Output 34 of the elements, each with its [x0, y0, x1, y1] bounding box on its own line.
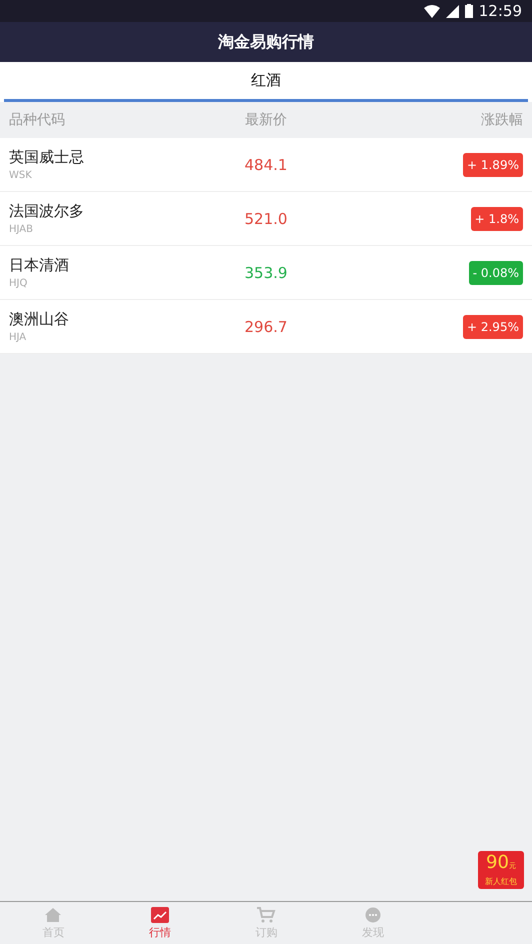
change-percent: + 1.8%: [470, 206, 523, 230]
product-name: 英国威士忌: [9, 148, 85, 167]
latest-price: 484.1: [244, 156, 288, 174]
chart-icon: [150, 906, 169, 922]
nav-tab[interactable]: 行情: [106, 902, 213, 944]
latest-price: 353.9: [244, 264, 288, 282]
promo-caption: 新人红包: [485, 876, 517, 887]
quote-row[interactable]: 澳洲山谷 HJA 296.7 + 2.95%: [0, 300, 532, 354]
change-percent: - 0.08%: [468, 260, 523, 284]
column-header: 最新价: [244, 111, 288, 129]
product-name: 澳洲山谷: [9, 310, 70, 329]
battery-icon: [464, 4, 473, 18]
quote-row[interactable]: 日本清酒 HJQ 353.9 - 0.08%: [0, 246, 532, 300]
latest-price: 521.0: [244, 210, 288, 228]
product-code: WSK: [9, 171, 33, 181]
latest-price: 296.7: [244, 318, 288, 336]
product-code: HJAB: [9, 225, 34, 235]
column-header: 涨跌幅: [480, 111, 523, 129]
product-code: HJQ: [9, 279, 28, 289]
quote-row[interactable]: 英国威士忌 WSK 484.1 + 1.89%: [0, 138, 532, 192]
clock: 12:59: [478, 2, 522, 20]
column-header: 品种代码: [9, 111, 66, 129]
product-name: 法国波尔多: [9, 202, 85, 221]
cart-icon: [256, 906, 276, 922]
home-icon: [44, 906, 62, 922]
product-name: 日本清酒: [9, 256, 70, 275]
product-code: HJA: [9, 333, 28, 343]
quote-row[interactable]: 法国波尔多 HJAB 521.0 + 1.8%: [0, 192, 532, 246]
page-title: 淘金易购行情: [218, 32, 314, 52]
signal-icon: [446, 4, 459, 18]
change-percent: + 2.95%: [462, 314, 523, 338]
change-percent: + 1.89%: [462, 152, 523, 176]
wifi-icon: [424, 4, 440, 18]
chat-bubble-icon: [364, 906, 382, 922]
